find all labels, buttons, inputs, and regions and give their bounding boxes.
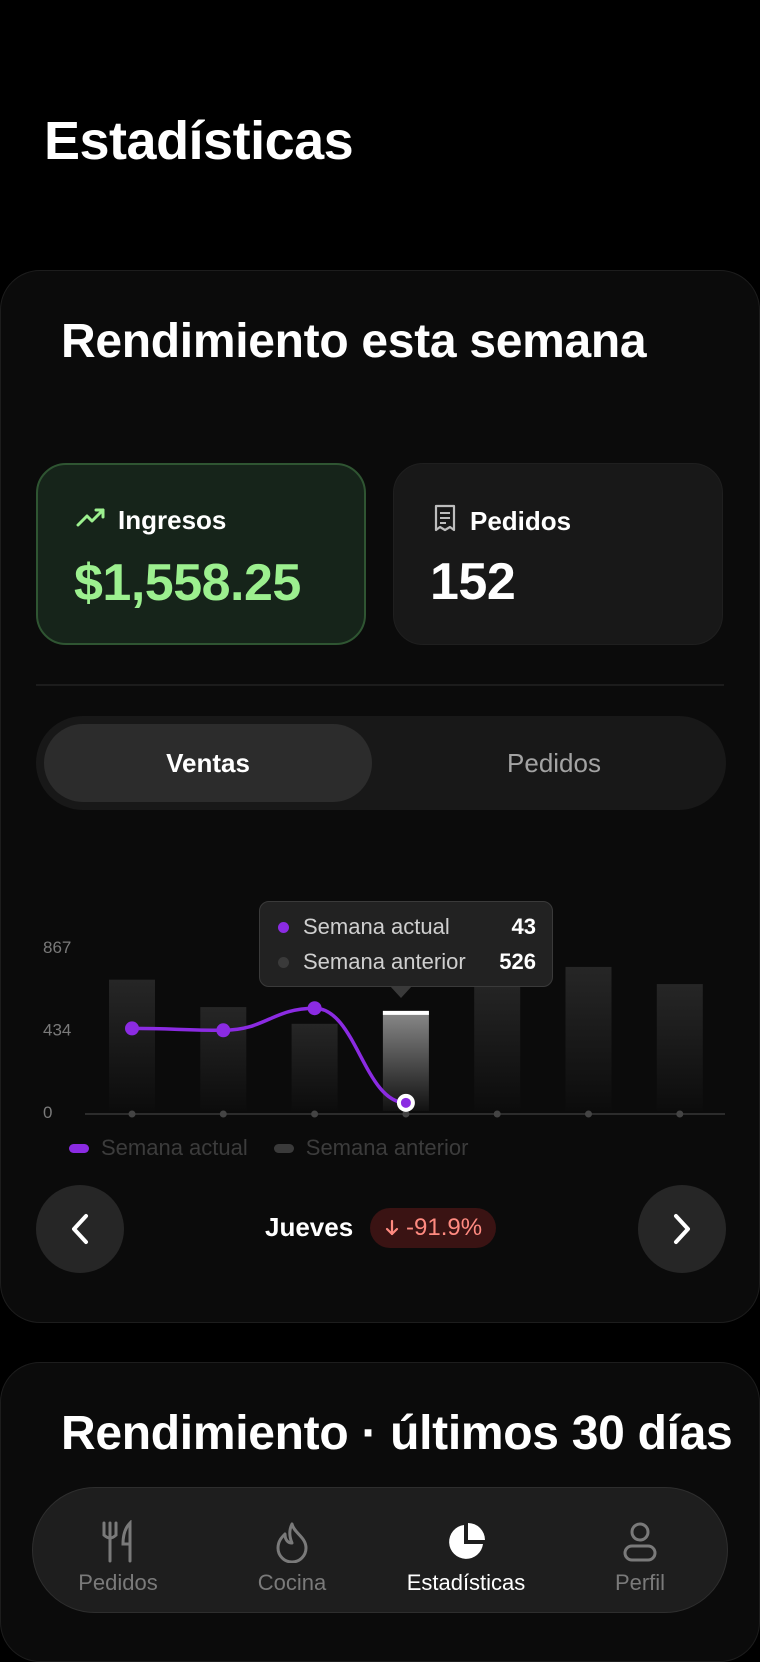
receipt-icon bbox=[432, 504, 458, 539]
orders-metric-header: Pedidos bbox=[432, 504, 571, 539]
tab-estadisticas[interactable]: Estadísticas bbox=[391, 1506, 541, 1596]
tooltip-label: Semana anterior bbox=[303, 949, 466, 974]
x-tick-dot bbox=[676, 1110, 684, 1118]
bar-previous-week[interactable] bbox=[656, 984, 703, 1111]
point-current-week bbox=[125, 1021, 139, 1036]
trending-up-icon bbox=[76, 505, 106, 536]
tooltip-value: 43 bbox=[511, 914, 536, 939]
change-value: -91.9% bbox=[406, 1214, 483, 1241]
tab-label: Cocina bbox=[257, 1570, 327, 1595]
x-tick-dot bbox=[493, 1110, 501, 1118]
divider bbox=[36, 684, 724, 686]
next-day-button[interactable] bbox=[638, 1185, 726, 1273]
legend-swatch bbox=[273, 1143, 294, 1153]
income-label: Ingresos bbox=[118, 505, 227, 535]
y-tick-label: 867 bbox=[43, 938, 71, 957]
tab-label: Pedidos bbox=[78, 1570, 158, 1595]
income-metric-header: Ingresos bbox=[76, 505, 226, 536]
point-current-week bbox=[307, 1001, 322, 1016]
x-tick-dot bbox=[219, 1110, 227, 1118]
tab-perfil[interactable]: Perfil bbox=[565, 1506, 715, 1596]
pie-chart-icon bbox=[445, 1518, 487, 1566]
chart-legend: Semana actual Semana anterior bbox=[69, 1135, 468, 1161]
tab-label: Estadísticas bbox=[406, 1570, 526, 1595]
previous-day-button[interactable] bbox=[36, 1185, 124, 1273]
tab-label: Perfil bbox=[614, 1570, 666, 1595]
orders-value: 152 bbox=[430, 553, 516, 611]
flame-icon bbox=[274, 1518, 310, 1566]
card-title: Rendimiento esta semana bbox=[61, 315, 647, 368]
selected-day-label: Jueves bbox=[265, 1212, 354, 1242]
tooltip-row-current: Semana actual 43 bbox=[278, 912, 536, 942]
x-tick-dot bbox=[128, 1110, 136, 1118]
legend-item-previous: Semana anterior bbox=[273, 1135, 469, 1161]
bar-previous-week[interactable] bbox=[291, 1023, 338, 1111]
user-icon bbox=[622, 1518, 658, 1566]
arrow-down-icon bbox=[385, 1219, 399, 1236]
legend-item-current: Semana actual bbox=[69, 1135, 248, 1161]
legend-label: Semana anterior bbox=[305, 1135, 469, 1160]
legend-swatch bbox=[69, 1143, 89, 1153]
orders-metric-card[interactable]: Pedidos 152 bbox=[393, 463, 723, 645]
orders-label: Pedidos bbox=[470, 506, 572, 536]
chevron-left-icon bbox=[72, 1214, 88, 1244]
bar-previous-week[interactable] bbox=[565, 966, 612, 1111]
point-current-week bbox=[216, 1023, 231, 1038]
legend-label: Semana actual bbox=[101, 1135, 248, 1160]
tab-cocina[interactable]: Cocina bbox=[217, 1506, 367, 1596]
income-metric-card[interactable]: Ingresos $1,558.25 bbox=[36, 463, 366, 645]
tooltip-row-previous: Semana anterior 526 bbox=[278, 947, 536, 977]
metric-segmented-control: Ventas Pedidos bbox=[36, 716, 726, 810]
line-current-week bbox=[130, 1006, 408, 1105]
tooltip-value: 526 bbox=[499, 949, 536, 974]
bar-previous-week[interactable] bbox=[109, 979, 155, 1111]
dot-previous bbox=[278, 956, 289, 968]
y-tick-label: 434 bbox=[43, 1020, 71, 1039]
chart-tooltip: Semana actual 43 Semana anterior 526 bbox=[259, 901, 553, 998]
selected-bar-top bbox=[382, 1010, 429, 1015]
weekly-performance-card: Rendimiento esta semana Ingresos $1,558.… bbox=[0, 270, 760, 1323]
tab-pedidos[interactable]: Pedidos bbox=[43, 1506, 193, 1596]
chevron-right-icon bbox=[674, 1214, 690, 1244]
y-tick-label: 0 bbox=[43, 1103, 52, 1122]
x-tick-dot bbox=[585, 1110, 592, 1118]
bottom-tab-bar: Pedidos Cocina Estadísticas Perfil bbox=[32, 1487, 728, 1613]
dot-current bbox=[278, 921, 289, 933]
page-title: Estadísticas bbox=[44, 111, 354, 171]
point-current-week-selected-core bbox=[400, 1097, 411, 1108]
card-title: Rendimiento · últimos 30 días bbox=[61, 1407, 733, 1460]
change-badge: -91.9% bbox=[370, 1208, 497, 1248]
x-tick-dot bbox=[311, 1110, 319, 1118]
segment-pedidos[interactable]: Pedidos bbox=[390, 724, 718, 802]
tooltip-label: Semana actual bbox=[303, 914, 450, 939]
bar-previous-week[interactable] bbox=[474, 976, 521, 1111]
segment-ventas[interactable]: Ventas bbox=[44, 724, 372, 802]
bar-previous-week[interactable] bbox=[200, 1007, 247, 1111]
income-value: $1,558.25 bbox=[74, 554, 301, 612]
fork-knife-icon bbox=[100, 1518, 136, 1566]
